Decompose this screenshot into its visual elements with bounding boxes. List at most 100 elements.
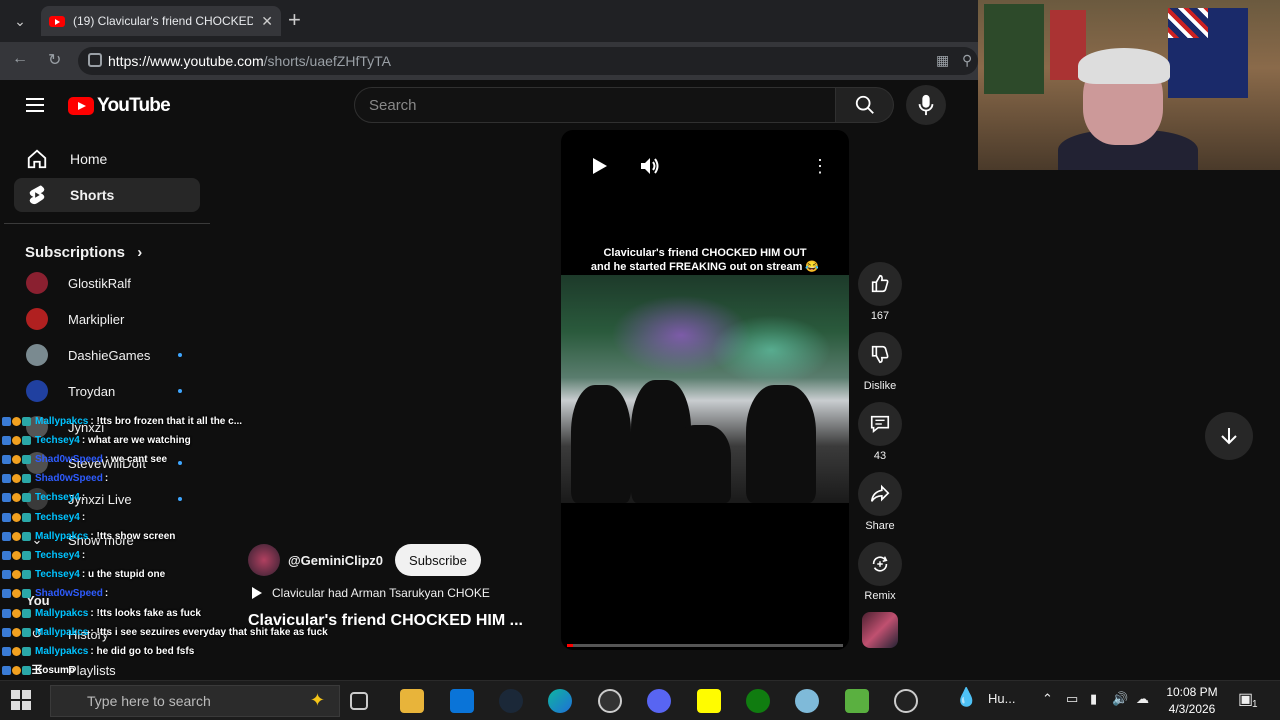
subscription-item[interactable]: GlostikRalf [26,269,196,297]
taskbar-search-input[interactable]: Type here to search ✦ [50,685,340,717]
sidebar-item-home[interactable]: Home [14,142,200,176]
edge-browser-icon[interactable] [548,689,572,713]
tray-device-icon[interactable]: ▭ [1066,691,1078,707]
chat-username[interactable]: Shad0wSpeed [35,454,103,465]
xbox-icon[interactable] [746,689,770,713]
file-explorer-icon[interactable] [400,689,424,713]
search-button[interactable] [836,87,894,123]
url-host: https://www.youtube.com [108,53,264,69]
youtube-logo-text: YouTube [97,95,171,116]
more-options-icon[interactable]: ⋮ [811,156,829,176]
sidebar-item-shorts[interactable]: Shorts [14,178,200,212]
chat-username[interactable]: Techsey4 [35,435,80,446]
subscription-item[interactable]: DashieGames [26,341,196,369]
site-info-icon[interactable] [88,53,102,67]
chat-badges-icon [2,666,31,676]
weather-drop-icon[interactable]: 💧 [955,687,977,708]
chat-username[interactable]: Techsey4 [35,512,80,523]
app-figure-icon[interactable] [845,689,869,713]
caption-line-1: Clavicular's friend CHOCKED HIM OUT [603,247,807,259]
chat-username[interactable]: Mallypakcs [35,416,88,427]
back-arrow-icon[interactable]: ← [12,50,28,68]
tab-list-chevron-icon[interactable]: ⌄ [8,9,32,33]
discord-icon[interactable] [647,689,671,713]
chat-message: Mallypakcs: !tts i see sezuires everyday… [2,625,328,639]
chat-badges-icon [2,646,31,656]
start-windows-icon[interactable] [10,689,34,713]
chat-badges-icon [2,512,31,522]
share-button[interactable]: Share [858,472,902,532]
subscriptions-heading[interactable]: Subscriptions › [25,244,142,261]
notification-center-icon[interactable]: ▣ [1238,689,1253,709]
sidebar-item-label: Shorts [70,187,115,203]
voice-search-button[interactable] [906,85,946,125]
subscription-item[interactable]: Markiplier [26,305,196,333]
chevron-right-icon: › [137,244,143,261]
chat-message-text: : we cant see [104,453,168,465]
chat-message-text: : u the stupid one [81,569,166,581]
clock-date: 4/3/2026 [1168,702,1216,716]
task-view-icon[interactable] [350,692,368,710]
taskbar-search-placeholder: Type here to search [87,693,211,709]
remix-button[interactable]: Remix [858,542,902,602]
chat-username[interactable]: Techsey4 [35,492,80,503]
chat-message: Mallypakcs: he did go to bed fsfs [2,644,194,658]
zoom-icon[interactable]: ⚲ [962,52,972,69]
steam-icon[interactable] [499,689,523,713]
chat-message-text: : [81,511,86,523]
action-label: 43 [873,450,887,462]
url-field[interactable]: https://www.youtube.com/shorts/uaefZHfTy… [78,47,978,75]
subscribe-button[interactable]: Subscribe [395,544,481,576]
chat-username[interactable]: Shad0wSpeed [35,473,103,484]
browser-tab[interactable]: (19) Clavicular's friend CHOCKED H ✕ [41,6,281,36]
chat-message-text: : [104,473,109,485]
play-button[interactable] [589,156,609,181]
volume-button[interactable] [639,156,661,181]
chat-message-text: : what are we watching [81,434,191,446]
menu-icon[interactable] [26,98,44,112]
tab-close-icon[interactable]: ✕ [261,13,273,30]
app-snowflake-icon[interactable] [795,689,819,713]
volume-tray-icon[interactable]: 🔊 [1112,691,1128,707]
chat-username[interactable]: Kosumo [35,665,75,676]
video-progress-bar[interactable] [567,644,843,647]
like-button[interactable]: 167 [858,262,902,322]
microsoft-store-icon[interactable] [450,689,474,713]
search-input[interactable]: Search [354,87,836,123]
chat-username[interactable]: Mallypakcs [35,531,88,542]
chat-badges-icon [2,531,31,541]
snapchat-icon[interactable] [697,689,721,713]
dislike-button[interactable]: Dislike [858,332,902,392]
subscription-item[interactable]: Troydan [26,377,196,405]
chat-badges-icon [2,608,31,618]
onedrive-cloud-icon[interactable]: ☁ [1136,691,1149,707]
obs-icon[interactable] [598,689,622,713]
chat-badges-icon [2,416,31,426]
chat-username[interactable]: Techsey4 [35,569,80,580]
remix-source-thumbnail[interactable] [862,612,898,648]
chat-username[interactable]: Mallypakcs [35,627,88,638]
youtube-logo[interactable]: YouTube [68,95,171,117]
tab-title: (19) Clavicular's friend CHOCKED H [73,14,254,28]
chat-message-text: : he did go to bed fsfs [90,645,195,657]
weather-label[interactable]: Hu... [988,691,1015,706]
tray-chevron-up-icon[interactable]: ⌃ [1042,691,1053,707]
reload-icon[interactable]: ↻ [48,50,61,70]
channel-avatar [26,344,48,366]
chat-message-text: : [104,588,109,600]
url-path: /shorts/uaefZHfTyTA [263,53,391,69]
chat-username[interactable]: Mallypakcs [35,608,88,619]
chat-username[interactable]: Shad0wSpeed [35,588,103,599]
short-player[interactable]: ⋮ Clavicular's friend CHOCKED HIM OUT an… [561,130,849,650]
chat-message: Mallypakcs: !tts bro frozen that it all … [2,414,242,428]
system-clock[interactable]: 10:08 PM 4/3/2026 [1162,684,1222,718]
chat-username[interactable]: Techsey4 [35,550,80,561]
comment-button[interactable]: 43 [858,402,902,462]
app-recorder-icon[interactable] [894,689,918,713]
next-short-button[interactable] [1205,412,1253,460]
new-tab-plus-icon[interactable]: + [288,8,301,32]
app-install-icon[interactable]: ▦ [936,52,949,69]
tray-usb-icon[interactable]: ▮ [1090,691,1097,707]
chat-message: Techsey4: [2,548,85,562]
chat-username[interactable]: Mallypakcs [35,646,88,657]
